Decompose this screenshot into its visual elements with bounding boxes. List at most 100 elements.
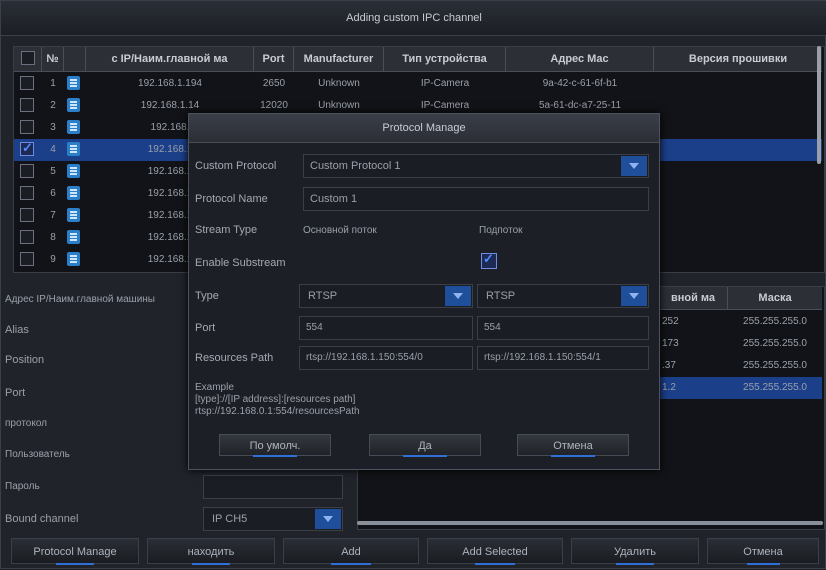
header-select-all-cell[interactable] [14, 47, 42, 71]
row-checkbox[interactable] [20, 208, 34, 222]
row-device-type: IP-Camera [420, 78, 470, 89]
example-title: Example [195, 382, 234, 393]
enable-substream-label: Enable Substream [195, 257, 286, 269]
port-label: Port [5, 387, 26, 399]
delete-button[interactable]: Удалить [571, 538, 699, 565]
alias-label: Alias [5, 324, 29, 336]
row-checkbox[interactable] [20, 186, 34, 200]
row-checkbox[interactable] [20, 76, 34, 90]
select-all-checkbox[interactable] [21, 51, 35, 65]
table-row[interactable]: 1 192.168.1.194 2650 Unknown IP-Camera 9a-42-… [14, 73, 822, 95]
row-num: 5 [50, 166, 56, 177]
added-row-mask: 255.255.255.0 [743, 360, 807, 371]
custom-protocol-value: Custom Protocol 1 [310, 160, 401, 172]
add-button[interactable]: Add [283, 538, 419, 565]
row-num: 4 [50, 144, 56, 155]
header-edit [64, 47, 86, 71]
custom-protocol-select[interactable]: Custom Protocol 1 [303, 154, 649, 178]
row-manufacturer: Unknown [318, 78, 360, 89]
bound-channel-value: IP CH5 [212, 513, 248, 525]
type-sub-select[interactable]: RTSP [477, 284, 649, 308]
header-manufacturer[interactable]: Manufacturer [294, 47, 384, 71]
protocol-manage-button[interactable]: Protocol Manage [11, 538, 139, 565]
stream-type-label: Stream Type [195, 224, 258, 236]
edit-icon[interactable] [67, 186, 80, 200]
port-sub-input[interactable]: 554 [477, 316, 649, 340]
header-num[interactable]: № [42, 47, 64, 71]
ip-label: Адрес IP/Наим.главной машины [5, 294, 155, 305]
edit-icon[interactable] [67, 208, 80, 222]
bound-channel-select[interactable]: IP CH5 [203, 507, 343, 531]
row-checkbox[interactable] [20, 140, 34, 156]
table-header: № с IP/Наим.главной ма Port Manufacturer… [14, 47, 822, 72]
edit-icon[interactable] [67, 164, 80, 178]
header-device-type[interactable]: Тип устройства [384, 47, 506, 71]
row-num: 2 [50, 100, 56, 111]
header-port[interactable]: Port [254, 47, 294, 71]
row-checkbox[interactable] [20, 120, 34, 134]
cancel-button[interactable]: Отмена [707, 538, 819, 565]
added-row-ip: 1.2 [662, 382, 676, 393]
password-label: Пароль [5, 481, 40, 492]
resources-sub-input[interactable]: rtsp://192.168.1.150:554/1 [477, 346, 649, 370]
enable-substream-checkbox[interactable] [481, 251, 497, 269]
added-row-mask: 255.255.255.0 [743, 338, 807, 349]
row-num: 7 [50, 210, 56, 221]
row-checkbox[interactable] [20, 230, 34, 244]
edit-icon[interactable] [67, 252, 80, 266]
ok-button[interactable]: Да [369, 434, 481, 457]
added-row-mask: 255.255.255.0 [743, 316, 807, 327]
horizontal-scrollbar[interactable] [357, 521, 823, 525]
added-row-mask: 255.255.255.0 [743, 382, 807, 393]
add-selected-button[interactable]: Add Selected [427, 538, 563, 565]
chevron-down-icon[interactable] [315, 509, 341, 529]
edit-icon[interactable] [67, 142, 80, 156]
edit-icon[interactable] [67, 98, 80, 112]
header-mask[interactable]: Маска [728, 287, 822, 309]
dialog-title: Protocol Manage [189, 114, 659, 143]
type-sub-value: RTSP [486, 290, 516, 302]
chevron-down-icon[interactable] [621, 156, 647, 176]
row-num: 1 [50, 78, 56, 89]
added-row-ip: .37 [662, 360, 676, 371]
custom-protocol-label: Custom Protocol [195, 160, 277, 172]
protocol-label: протокол [5, 418, 48, 429]
header-ip-short[interactable]: вной ма [658, 287, 728, 309]
dialog-cancel-button[interactable]: Отмена [517, 434, 629, 457]
edit-icon[interactable] [67, 230, 80, 244]
password-input[interactable] [203, 475, 343, 499]
header-mac[interactable]: Адрес Mac [506, 47, 654, 71]
type-main-select[interactable]: RTSP [299, 284, 473, 308]
row-checkbox[interactable] [20, 98, 34, 112]
search-button[interactable]: находить [147, 538, 275, 565]
user-label: Пользователь [5, 449, 70, 460]
chevron-down-icon[interactable] [445, 286, 471, 306]
protocol-manage-dialog: Protocol Manage Custom Protocol Custom P… [188, 113, 660, 470]
row-ip: 192.168.1.194 [138, 78, 202, 89]
position-label: Position [5, 354, 45, 366]
row-checkbox[interactable] [20, 164, 34, 178]
header-firmware[interactable]: Версия прошивки [654, 47, 822, 71]
main-window: Adding custom IPC channel № с IP/Наим.гл… [0, 0, 826, 569]
row-num: 8 [50, 232, 56, 243]
edit-icon[interactable] [67, 120, 80, 134]
resources-main-input[interactable]: rtsp://192.168.1.150:554/0 [299, 346, 473, 370]
dialog-port-label: Port [195, 322, 216, 334]
button-bar: Protocol Manage находить Add Add Selecte… [1, 538, 826, 570]
row-num: 9 [50, 254, 56, 265]
table-scrollbar[interactable] [817, 46, 821, 164]
row-port: 2650 [262, 78, 286, 89]
type-label: Type [195, 290, 219, 302]
port-main-input[interactable]: 554 [299, 316, 473, 340]
row-num: 3 [50, 122, 56, 133]
row-checkbox[interactable] [20, 252, 34, 266]
added-row-ip: 252 [662, 316, 679, 327]
edit-icon[interactable] [67, 76, 80, 90]
resources-path-label: Resources Path [195, 352, 274, 364]
chevron-down-icon[interactable] [621, 286, 647, 306]
added-row-ip: 173 [662, 338, 679, 349]
default-button[interactable]: По умолч. [219, 434, 331, 457]
protocol-name-input[interactable]: Custom 1 [303, 187, 649, 211]
header-ip[interactable]: с IP/Наим.главной ма [86, 47, 254, 71]
window-title: Adding custom IPC channel [1, 1, 826, 36]
